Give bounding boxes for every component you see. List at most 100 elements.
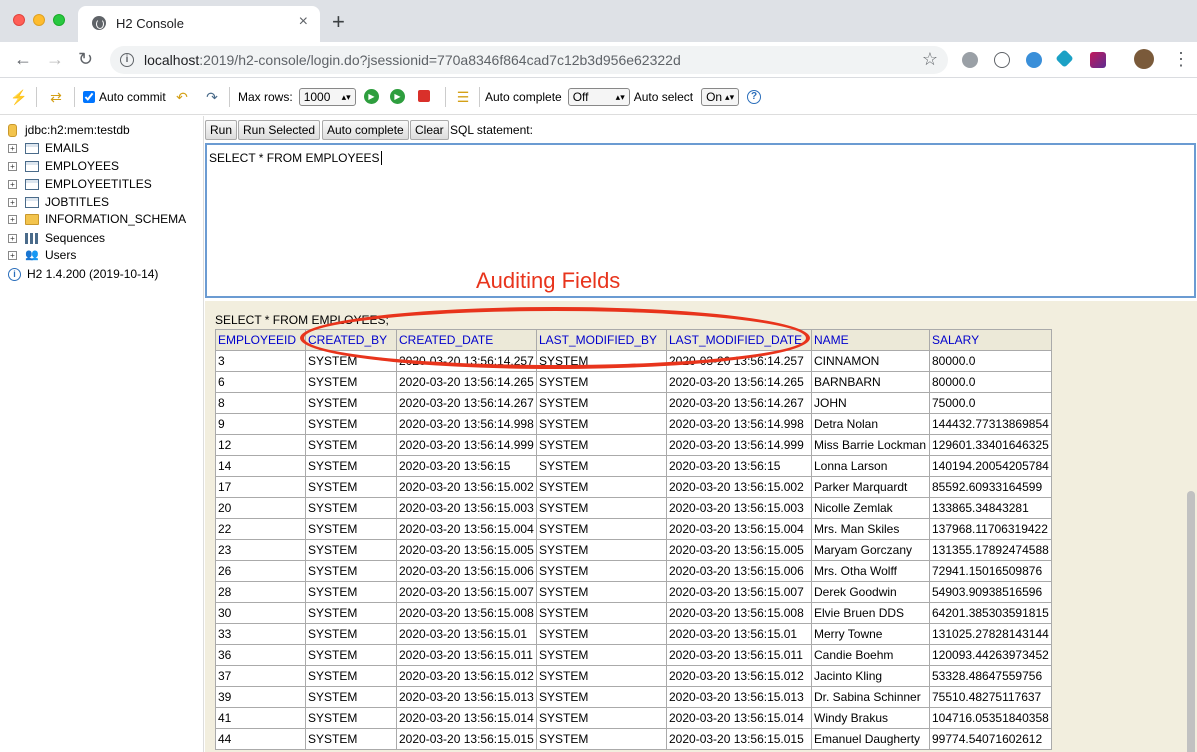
info-icon[interactable]: i bbox=[120, 53, 134, 67]
tab-close-button[interactable]: × bbox=[299, 14, 308, 30]
schema-tree: jdbc:h2:mem:testdb + EMAILS + EMPLOYEES … bbox=[0, 116, 204, 752]
maximize-window-button[interactable] bbox=[53, 14, 65, 26]
auto-complete-select[interactable]: Off ▴▾ bbox=[567, 88, 630, 106]
results-scrollbar[interactable] bbox=[1187, 491, 1195, 752]
tree-item-users[interactable]: + 👥 Users bbox=[8, 246, 76, 264]
tree-item-employeetitles[interactable]: + EMPLOYEETITLES bbox=[8, 175, 152, 193]
address-bar[interactable]: i localhost:2019/h2-console/login.do?jse… bbox=[110, 46, 948, 74]
extension-code-icon[interactable] bbox=[994, 52, 1010, 68]
table-cell: 144432.77313869854 bbox=[929, 413, 1052, 435]
tree-item-jobtitles[interactable]: + JOBTITLES bbox=[8, 193, 109, 211]
expand-icon[interactable]: + bbox=[8, 214, 17, 224]
extension-tomato-icon[interactable] bbox=[962, 52, 978, 68]
connection-node[interactable]: jdbc:h2:mem:testdb bbox=[8, 121, 130, 139]
tree-item-sequences[interactable]: + Sequences bbox=[8, 229, 105, 247]
table-cell: 2020-03-20 13:56:14.999 bbox=[666, 434, 812, 456]
auto-commit-checkbox[interactable] bbox=[83, 91, 95, 103]
table-cell: SYSTEM bbox=[536, 497, 667, 519]
table-cell: 99774.54071602612 bbox=[929, 728, 1052, 750]
expand-icon[interactable]: + bbox=[8, 161, 17, 171]
table-cell: Maryam Gorczany bbox=[811, 539, 930, 561]
table-icon bbox=[25, 160, 39, 172]
tree-item-information-schema[interactable]: + INFORMATION_SCHEMA bbox=[8, 210, 186, 228]
table-cell: 2020-03-20 13:56:15.011 bbox=[666, 644, 812, 666]
tree-item-emails[interactable]: + EMAILS bbox=[8, 139, 89, 157]
table-row: 6 SYSTEM 2020-03-20 13:56:14.265 SYSTEM 2020… bbox=[215, 371, 1052, 393]
table-cell: Mrs. Man Skiles bbox=[811, 518, 930, 540]
navigation-bar: ← → ↻ i localhost:2019/h2-console/login.… bbox=[0, 42, 1197, 78]
tree-item-employees[interactable]: + EMPLOYEES bbox=[8, 157, 119, 175]
column-header[interactable]: SALARY bbox=[929, 329, 1052, 351]
table-cell: 2020-03-20 13:56:15.008 bbox=[666, 602, 812, 624]
toolbar-separator bbox=[74, 87, 75, 107]
table-cell: 2020-03-20 13:56:15.002 bbox=[666, 476, 812, 498]
rollback-icon[interactable]: ↶ bbox=[174, 89, 190, 105]
table-cell: 28 bbox=[215, 581, 306, 603]
expand-icon[interactable]: + bbox=[8, 250, 17, 260]
tree-item-label: Sequences bbox=[45, 231, 106, 245]
browser-tab[interactable]: H2 Console × bbox=[78, 6, 320, 42]
table-cell: Lonna Larson bbox=[811, 455, 930, 477]
table-cell: 2020-03-20 13:56:15.002 bbox=[396, 476, 537, 498]
expand-icon[interactable]: + bbox=[8, 179, 17, 189]
expand-icon[interactable]: + bbox=[8, 143, 17, 153]
table-row: 30 SYSTEM 2020-03-20 13:56:15.008 SYSTEM 202… bbox=[215, 602, 1052, 624]
table-cell: 2020-03-20 13:56:14.998 bbox=[666, 413, 812, 435]
extension-globe-icon[interactable] bbox=[1026, 52, 1042, 68]
refresh-icon[interactable]: ⇄ bbox=[48, 89, 64, 105]
table-cell: 2020-03-20 13:56:15.007 bbox=[396, 581, 537, 603]
tree-item-label: EMPLOYEES bbox=[45, 159, 120, 173]
table-cell: 2020-03-20 13:56:14.265 bbox=[396, 371, 537, 393]
bookmark-star-icon[interactable]: ☆ bbox=[922, 49, 938, 70]
run-button[interactable]: Run bbox=[205, 120, 238, 140]
table-cell: 2020-03-20 13:56:15.003 bbox=[666, 497, 812, 519]
commit-icon[interactable]: ↷ bbox=[204, 89, 220, 105]
auto-commit-label: Auto commit bbox=[99, 90, 166, 104]
table-cell: SYSTEM bbox=[536, 476, 667, 498]
table-row: 8 SYSTEM 2020-03-20 13:56:14.267 SYSTEM 2020… bbox=[215, 392, 1052, 414]
column-header[interactable]: NAME bbox=[811, 329, 930, 351]
minimize-window-button[interactable] bbox=[33, 14, 45, 26]
disconnect-icon[interactable]: ⚡ bbox=[10, 89, 27, 105]
profile-avatar[interactable] bbox=[1134, 49, 1154, 69]
table-cell: SYSTEM bbox=[536, 581, 667, 603]
table-cell: 2020-03-20 13:56:15.014 bbox=[666, 707, 812, 729]
chevron-updown-icon: ▴▾ bbox=[615, 91, 625, 102]
auto-complete-button[interactable]: Auto complete bbox=[322, 120, 409, 140]
close-window-button[interactable] bbox=[13, 14, 25, 26]
table-cell: Miss Barrie Lockman bbox=[811, 434, 930, 456]
max-rows-select[interactable]: 1000 ▴▾ bbox=[298, 88, 356, 106]
table-cell: Parker Marquardt bbox=[811, 476, 930, 498]
table-cell: Nicolle Zemlak bbox=[811, 497, 930, 519]
clear-button[interactable]: Clear bbox=[410, 120, 449, 140]
table-cell: 23 bbox=[215, 539, 306, 561]
reload-icon[interactable]: ↻ bbox=[78, 49, 93, 69]
table-icon bbox=[25, 142, 39, 154]
extension-grid-icon[interactable] bbox=[1090, 52, 1106, 68]
column-header[interactable]: EMPLOYEEID bbox=[215, 329, 306, 351]
more-menu-icon[interactable]: ⋮ bbox=[1172, 49, 1190, 69]
expand-icon[interactable]: + bbox=[8, 197, 17, 207]
run-icon[interactable]: ▶ bbox=[364, 89, 379, 104]
new-tab-button[interactable]: + bbox=[332, 11, 345, 33]
max-rows-label: Max rows: bbox=[238, 90, 293, 104]
expand-icon[interactable]: + bbox=[8, 233, 17, 243]
stop-icon[interactable] bbox=[418, 90, 430, 102]
history-icon[interactable]: ☰ bbox=[455, 89, 471, 105]
help-icon[interactable]: ? bbox=[747, 90, 762, 104]
sql-text: SELECT * FROM EMPLOYEES bbox=[209, 151, 380, 165]
table-row: 17 SYSTEM 2020-03-20 13:56:15.002 SYSTEM 202… bbox=[215, 476, 1052, 498]
table-cell: 137968.11706319422 bbox=[929, 518, 1052, 540]
table-icon bbox=[25, 196, 39, 208]
table-cell: SYSTEM bbox=[536, 644, 667, 666]
table-cell: 2020-03-20 13:56:14.267 bbox=[396, 392, 537, 414]
sql-editor[interactable]: SELECT * FROM EMPLOYEES bbox=[205, 143, 1196, 298]
table-cell: Emanuel Daugherty bbox=[811, 728, 930, 750]
forward-arrow-icon[interactable]: → bbox=[46, 49, 64, 69]
chevron-updown-icon: ▴▾ bbox=[341, 91, 351, 102]
auto-select-select[interactable]: On ▴▾ bbox=[701, 88, 740, 106]
run-selected-icon[interactable]: ▶ bbox=[390, 89, 405, 104]
run-selected-button[interactable]: Run Selected bbox=[238, 120, 321, 140]
extension-diamond-icon[interactable] bbox=[1055, 49, 1074, 68]
back-arrow-icon[interactable]: ← bbox=[14, 49, 32, 69]
